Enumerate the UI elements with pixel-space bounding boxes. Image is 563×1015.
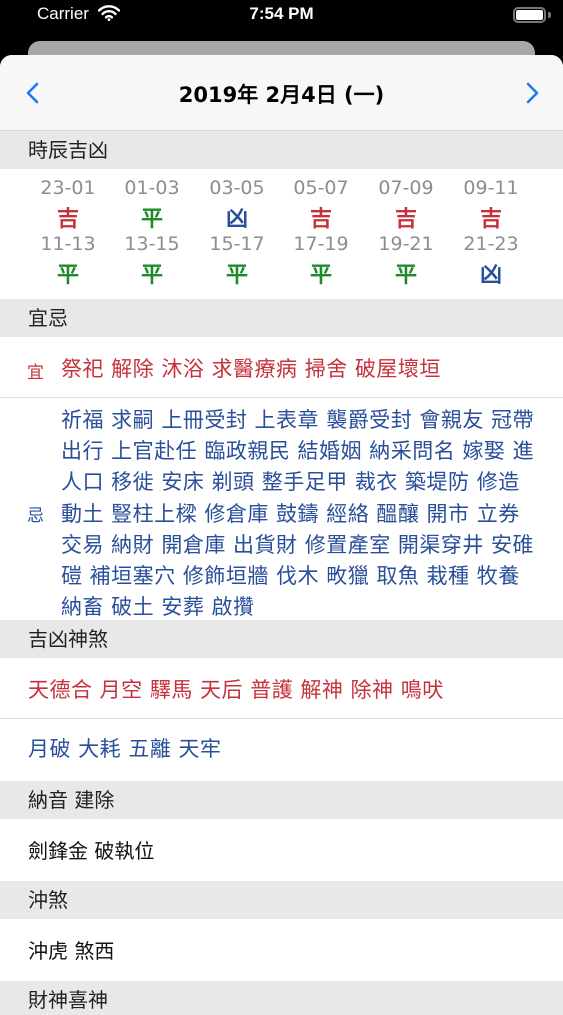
chongsha-row: 沖虎 煞西	[0, 919, 563, 981]
hour-cell: 13-15 平	[112, 233, 192, 289]
section-header-nayin: 納音 建除	[0, 781, 563, 819]
battery-icon	[513, 7, 551, 23]
hour-cell: 11-13 平	[28, 233, 108, 289]
status-time: 7:54 PM	[249, 4, 314, 23]
hour-fortune-mark: 吉	[479, 207, 502, 232]
section-header-caishen: 財神喜神	[0, 981, 563, 1015]
shensha-good-text: 天德合 月空 驛馬 天后 普護 解神 除神 鳴吠	[28, 678, 444, 702]
section-header-hours: 時辰吉凶	[0, 131, 563, 169]
hour-cell: 03-05 凶	[197, 177, 277, 233]
hour-fortune-mark: 吉	[56, 207, 79, 232]
hour-cell: 01-03 平	[112, 177, 192, 233]
hour-cell: 23-01 吉	[28, 177, 108, 233]
hour-fortune-mark: 平	[140, 263, 163, 288]
section-header-shensha: 吉凶神煞	[0, 620, 563, 658]
hour-range: 21-23	[463, 233, 519, 255]
chongsha-text: 沖虎 煞西	[28, 939, 115, 963]
section-header-chongsha: 沖煞	[0, 881, 563, 919]
yi-row: 宜 祭祀 解除 沐浴 求醫療病 掃舍 破屋壞垣	[0, 337, 563, 398]
hour-cell: 19-21 平	[366, 233, 446, 289]
shensha-good-row: 天德合 月空 驛馬 天后 普護 解神 除神 鳴吠	[0, 658, 563, 719]
hour-fortune-mark: 吉	[309, 207, 332, 232]
hour-range: 03-05	[209, 177, 265, 199]
hour-fortune-mark: 凶	[225, 207, 248, 232]
hour-range: 17-19	[293, 233, 349, 255]
hour-fortune-mark: 平	[225, 263, 248, 288]
hour-cell: 07-09 吉	[366, 177, 446, 233]
hour-fortune-mark: 平	[140, 207, 163, 232]
hour-fortune-mark: 平	[394, 263, 417, 288]
nayin-row: 劍鋒金 破執位	[0, 819, 563, 881]
hour-range: 01-03	[124, 177, 180, 199]
hour-range: 11-13	[40, 233, 96, 255]
nav-bar: 2019年 2月4日 (一)	[0, 55, 563, 131]
hour-fortune-mark: 平	[56, 263, 79, 288]
hour-cell: 17-19 平	[281, 233, 361, 289]
hour-range: 15-17	[209, 233, 265, 255]
status-bar: Carrier 7:54 PM	[0, 0, 563, 30]
section-header-yiji: 宜忌	[0, 299, 563, 337]
hour-range: 05-07	[293, 177, 349, 199]
hour-range: 07-09	[378, 177, 434, 199]
hours-grid: 23-01 吉 01-03 平 03-05 凶 05-07 吉 07-09 吉 09-11 吉 11-1…	[0, 169, 563, 299]
almanac-sheet: 2019年 2月4日 (一) 時辰吉凶 23-01 吉 01-03 平 03-05 凶 05…	[0, 55, 563, 1015]
hour-cell: 05-07 吉	[281, 177, 361, 233]
hour-range: 19-21	[378, 233, 434, 255]
hour-fortune-mark: 凶	[479, 263, 502, 288]
hour-cell: 21-23 凶	[451, 233, 531, 289]
hour-cell: 15-17 平	[197, 233, 277, 289]
yi-label: 宜	[27, 363, 44, 383]
chevron-right-icon[interactable]	[521, 81, 543, 105]
shensha-bad-text: 月破 大耗 五離 天牢	[28, 737, 222, 761]
shensha-bad-row: 月破 大耗 五離 天牢	[0, 719, 563, 781]
date-title: 2019年 2月4日 (一)	[178, 83, 385, 107]
nayin-text: 劍鋒金 破執位	[28, 839, 155, 863]
hour-range: 13-15	[124, 233, 180, 255]
ji-label: 忌	[27, 506, 44, 526]
hour-fortune-mark: 吉	[394, 207, 417, 232]
ji-row: 忌 祈福 求嗣 上冊受封 上表章 襲爵受封 會親友 冠帶 出行 上官赴任 臨政親…	[0, 398, 563, 620]
yi-text: 祭祀 解除 沐浴 求醫療病 掃舍 破屋壞垣	[61, 357, 441, 381]
hour-range: 23-01	[40, 177, 96, 199]
hour-range: 09-11	[463, 177, 519, 199]
hour-fortune-mark: 平	[309, 263, 332, 288]
ji-text: 祈福 求嗣 上冊受封 上表章 襲爵受封 會親友 冠帶 出行 上官赴任 臨政親民 …	[61, 408, 535, 620]
hour-cell: 09-11 吉	[451, 177, 531, 233]
